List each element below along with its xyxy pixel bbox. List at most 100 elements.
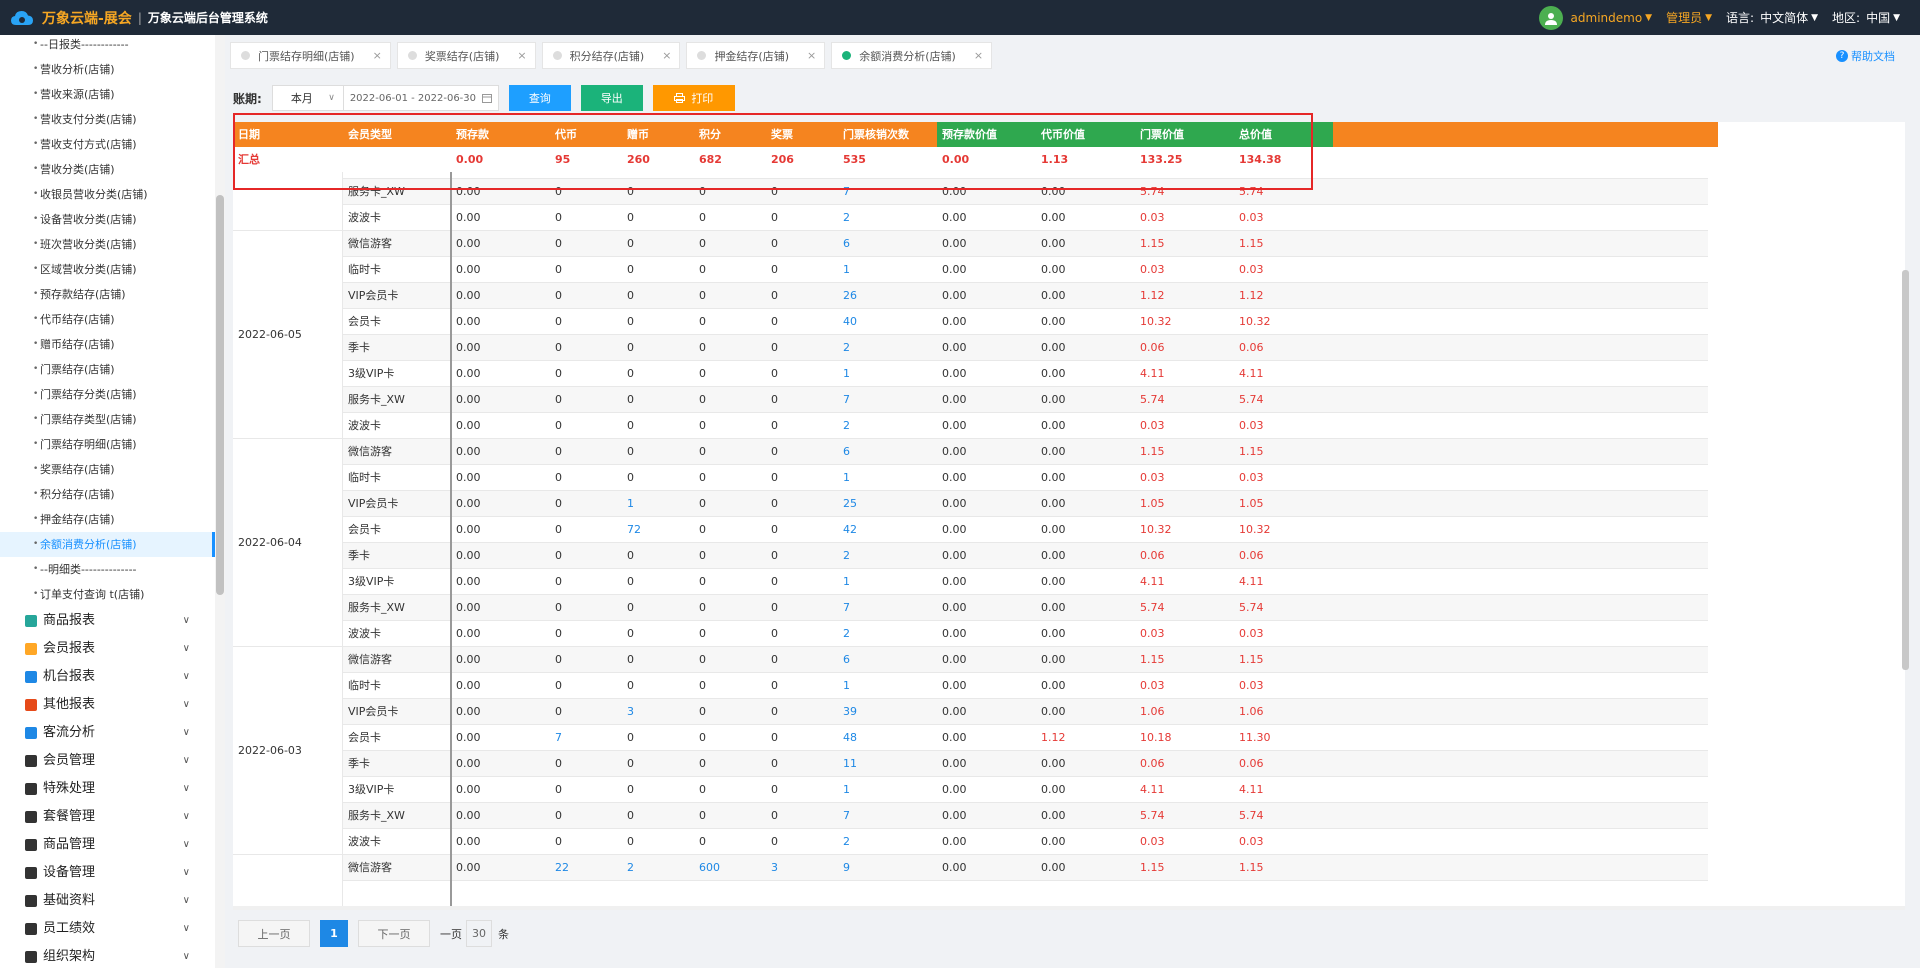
sidebar-group[interactable]: 特殊处理 ∨ [0, 775, 215, 803]
sidebar-group[interactable]: 机台报表 ∨ [0, 663, 215, 691]
sidebar-subitem[interactable]: --明细类-------------- [0, 557, 215, 582]
vertical-scrollbar-thumb[interactable] [1902, 270, 1909, 670]
user-menu[interactable]: admindemo ▼ [1538, 5, 1652, 30]
table-row[interactable]: VIP会员卡 0.00 0 1 0 0 25 0.00 0.00 1.05 1.05 [233, 491, 1708, 517]
table-row[interactable]: VIP会员卡 0.00 0 0 0 0 26 0.00 0.00 1.12 1.12 [233, 283, 1708, 309]
sidebar-subitem[interactable]: 奖票结存(店铺) [0, 457, 215, 482]
period-select[interactable]: 本月 ∨ [271, 85, 344, 111]
table-row[interactable]: 3级VIP卡0.00000010.000.004.114.11 [233, 172, 1708, 179]
column-header[interactable]: 日期 [233, 122, 343, 147]
region-menu[interactable]: 地区: 中国 ▼ [1832, 9, 1900, 26]
table-row[interactable]: 3级VIP卡0.00000010.000.004.114.11 [233, 569, 1708, 595]
sidebar-group[interactable]: 组织架构 ∨ [0, 943, 215, 968]
table-row[interactable]: 临时卡 0.00 0 0 0 0 1 0.00 0.00 0.03 0.03 [233, 673, 1708, 699]
table-row[interactable]: 临时卡 0.00 0 0 0 0 1 0.00 0.00 0.03 0.03 [233, 465, 1708, 491]
sidebar-subitem[interactable]: 设备营收分类(店铺) [0, 207, 215, 232]
table-row[interactable]: VIP会员卡 0.00 0 3 0 0 39 0.00 0.00 1.06 1.06 [233, 699, 1708, 725]
sidebar-subitem[interactable]: 营收分析(店铺) [0, 57, 215, 82]
sidebar-group[interactable]: 基础资料 ∨ [0, 887, 215, 915]
table-row[interactable]: 微信游客 0.00 22 2 600 3 9 0.00 0.00 1.15 1.15 [233, 855, 1708, 881]
table-row[interactable]: 服务卡_XW 0.00 0 0 0 0 7 0.00 0.00 5.74 5.74 [233, 387, 1708, 413]
sidebar-group[interactable]: 会员报表 ∨ [0, 635, 215, 663]
table-row[interactable]: 服务卡_XW 0.00 0 0 0 0 7 0.00 0.00 5.74 5.74 [233, 803, 1708, 829]
next-page-button[interactable]: 下一页 [358, 920, 430, 947]
sidebar-group[interactable]: 其他报表 ∨ [0, 691, 215, 719]
sidebar-group[interactable]: 员工绩效 ∨ [0, 915, 215, 943]
prev-page-button[interactable]: 上一页 [238, 920, 310, 947]
sidebar-subitem[interactable]: 赠币结存(店铺) [0, 332, 215, 357]
export-button[interactable]: 导出 [580, 85, 643, 111]
sidebar-subitem[interactable]: 代币结存(店铺) [0, 307, 215, 332]
help-link[interactable]: ? 帮助文档 [1836, 48, 1895, 64]
table-row[interactable]: 季卡 0.00 0 0 0 0 2 0.00 0.00 0.06 0.06 [233, 335, 1708, 361]
table-row[interactable]: 服务卡_XW 0.00 0 0 0 0 7 0.00 0.00 5.74 5.74 [233, 179, 1708, 205]
table-row[interactable]: 临时卡 0.00 0 0 0 0 1 0.00 0.00 0.03 0.03 [233, 257, 1708, 283]
sidebar-subitem[interactable]: 班次营收分类(店铺) [0, 232, 215, 257]
close-icon[interactable]: × [974, 49, 983, 62]
sidebar-subitem[interactable]: 门票结存(店铺) [0, 357, 215, 382]
sidebar-subitem[interactable]: 收银员营收分类(店铺) [0, 182, 215, 207]
sidebar-subitem[interactable]: 预存款结存(店铺) [0, 282, 215, 307]
column-header[interactable]: 赠币 [622, 122, 694, 147]
sidebar-subitem[interactable]: 区域营收分类(店铺) [0, 257, 215, 282]
sidebar-subitem[interactable]: 积分结存(店铺) [0, 482, 215, 507]
horizontal-scrollbar[interactable] [233, 906, 1905, 910]
table-body[interactable]: 3级VIP卡0.00000010.000.004.114.11服务卡_XW0.0… [233, 172, 1708, 906]
sidebar-subitem[interactable]: --日报类------------ [0, 35, 215, 57]
table-row[interactable]: 季卡 0.00 0 0 0 0 11 0.00 0.00 0.06 0.06 [233, 751, 1708, 777]
table-row[interactable]: 波波卡 0.00 0 0 0 0 2 0.00 0.00 0.03 0.03 [233, 413, 1708, 439]
sidebar-subitem[interactable]: 门票结存类型(店铺) [0, 407, 215, 432]
table-row[interactable]: 3级VIP卡0.00000010.000.004.114.11 [233, 777, 1708, 803]
column-header[interactable]: 门票核销次数 [838, 122, 937, 147]
print-button[interactable]: 打印 [652, 85, 735, 111]
sidebar-scrollbar-thumb[interactable] [216, 195, 224, 595]
table-row[interactable]: 波波卡 0.00 0 0 0 0 2 0.00 0.00 0.03 0.03 [233, 829, 1708, 855]
column-header[interactable]: 奖票 [766, 122, 838, 147]
sidebar-subitem[interactable]: 押金结存(店铺) [0, 507, 215, 532]
sidebar-subitem[interactable]: 营收支付方式(店铺) [0, 132, 215, 157]
tab[interactable]: 押金结存(店铺) × [686, 42, 826, 69]
sidebar-group[interactable]: 设备管理 ∨ [0, 859, 215, 887]
column-header[interactable]: 积分 [694, 122, 766, 147]
table-row[interactable]: 微信游客 0.00 0 0 0 0 6 0.00 0.00 1.15 1.15 [233, 647, 1708, 673]
sidebar-subitem[interactable]: 余额消费分析(店铺) [0, 532, 215, 557]
sidebar-subitem[interactable]: 营收分类(店铺) [0, 157, 215, 182]
sidebar-group[interactable]: 商品管理 ∨ [0, 831, 215, 859]
column-header[interactable]: 会员类型 [343, 122, 451, 147]
close-icon[interactable]: × [373, 49, 382, 62]
table-row[interactable]: 服务卡_XW 0.00 0 0 0 0 7 0.00 0.00 5.74 5.74 [233, 595, 1708, 621]
role-menu[interactable]: 管理员 ▼ [1666, 9, 1712, 26]
close-icon[interactable]: × [517, 49, 526, 62]
page-size-input[interactable]: 30 [466, 920, 492, 947]
sidebar-group[interactable]: 商品报表 ∨ [0, 607, 215, 635]
table-row[interactable]: 3级VIP卡0.00000010.000.004.114.11 [233, 361, 1708, 387]
close-icon[interactable]: × [662, 49, 671, 62]
sidebar-group[interactable]: 会员管理 ∨ [0, 747, 215, 775]
table-row[interactable]: 微信游客 0.00 0 0 0 0 6 0.00 0.00 1.15 1.15 [233, 231, 1708, 257]
table-row[interactable]: 波波卡 0.00 0 0 0 0 2 0.00 0.00 0.03 0.03 [233, 621, 1708, 647]
sidebar-group[interactable]: 客流分析 ∨ [0, 719, 215, 747]
language-menu[interactable]: 语言: 中文简体 ▼ [1726, 9, 1818, 26]
sidebar-subitem[interactable]: 门票结存分类(店铺) [0, 382, 215, 407]
column-header[interactable]: 代币价值 [1036, 122, 1135, 147]
current-page[interactable]: 1 [320, 920, 348, 947]
date-range-input[interactable]: 2022-06-01 - 2022-06-30 [343, 85, 499, 111]
table-row[interactable]: 季卡 0.00 0 0 0 0 2 0.00 0.00 0.06 0.06 [233, 543, 1708, 569]
close-icon[interactable]: × [807, 49, 816, 62]
tab[interactable]: 奖票结存(店铺) × [396, 42, 536, 69]
table-row[interactable]: 会员卡 0.00 0 0 0 0 40 0.00 0.00 10.32 10.32 [233, 309, 1708, 335]
table-row[interactable]: 会员卡 0.00 0 72 0 0 42 0.00 0.00 10.32 10.32 [233, 517, 1708, 543]
column-header[interactable]: 门票价值 [1135, 122, 1234, 147]
tab[interactable]: 余额消费分析(店铺) × [831, 42, 993, 69]
column-header[interactable]: 预存款价值 [937, 122, 1036, 147]
sidebar-subitem[interactable]: 营收来源(店铺) [0, 82, 215, 107]
table-row[interactable]: 波波卡 0.00 0 0 0 0 2 0.00 0.00 0.03 0.03 [233, 205, 1708, 231]
tab[interactable]: 积分结存(店铺) × [541, 42, 681, 69]
query-button[interactable]: 查询 [508, 85, 571, 111]
sidebar-subitem[interactable]: 订单支付查询 t(店铺) [0, 582, 215, 607]
sidebar-subitem[interactable]: 营收支付分类(店铺) [0, 107, 215, 132]
tab[interactable]: 门票结存明细(店铺) × [230, 42, 391, 69]
sidebar-group[interactable]: 套餐管理 ∨ [0, 803, 215, 831]
column-header[interactable]: 预存款 [451, 122, 550, 147]
table-row[interactable]: 会员卡 0.00 7 0 0 0 48 0.00 1.12 10.18 11.30 [233, 725, 1708, 751]
